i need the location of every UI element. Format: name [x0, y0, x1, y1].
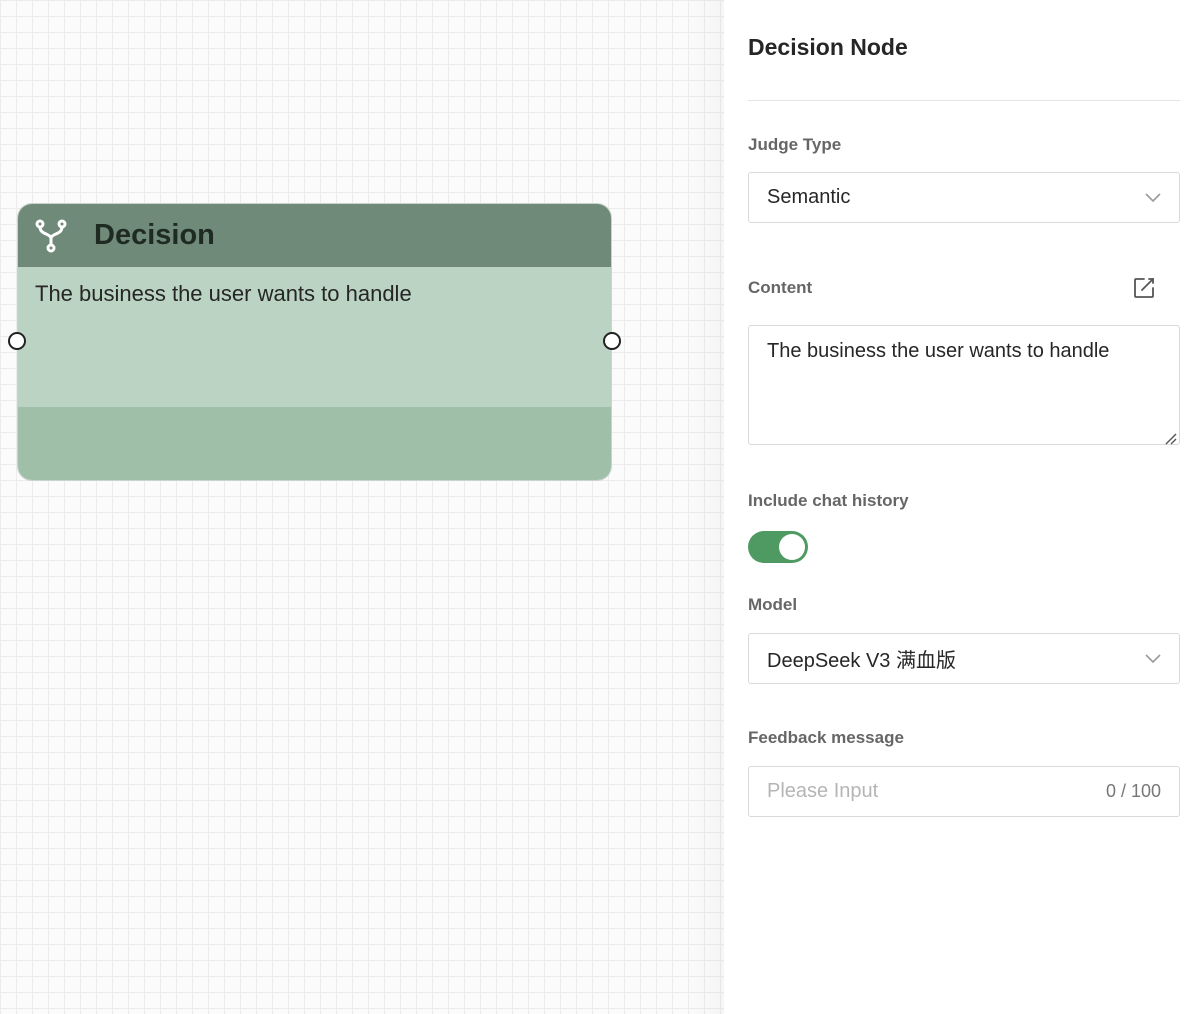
output-handle[interactable] [603, 332, 621, 350]
judge-type-value: Semantic [767, 186, 851, 208]
node-content: The business the user wants to handle [18, 267, 611, 407]
node-footer [18, 407, 611, 480]
content-label-row: Content [748, 275, 1180, 301]
properties-panel: Decision Node Judge Type Semantic Conten… [724, 0, 1202, 1014]
judge-type-select[interactable]: Semantic [748, 172, 1180, 223]
fork-icon [34, 219, 68, 253]
node-header: Decision [18, 204, 611, 267]
chat-history-label: Include chat history [748, 491, 909, 510]
chevron-down-icon [1145, 190, 1161, 206]
judge-type-label: Judge Type [748, 135, 842, 154]
feedback-field[interactable]: 0 / 100 [748, 766, 1180, 817]
feedback-input[interactable] [767, 780, 1067, 803]
content-text: The business the user wants to handle [767, 340, 1110, 362]
char-counter: 0 / 100 [1105, 781, 1161, 801]
feedback-label: Feedback message [748, 728, 904, 747]
app: Decision The business the user wants to … [0, 0, 1202, 1014]
panel-title: Decision Node [748, 0, 1180, 101]
model-value: DeepSeek V3 满血版 [767, 650, 956, 672]
content-textarea[interactable]: The business the user wants to handle [748, 325, 1180, 445]
resize-grip-icon[interactable] [1163, 428, 1177, 445]
model-select[interactable]: DeepSeek V3 满血版 [748, 633, 1180, 684]
input-handle[interactable] [8, 332, 26, 350]
decision-node[interactable]: Decision The business the user wants to … [8, 204, 621, 480]
chevron-down-icon [1145, 651, 1161, 667]
model-label: Model [748, 595, 798, 614]
flow-canvas[interactable]: Decision The business the user wants to … [0, 0, 724, 1014]
content-label: Content [748, 278, 813, 297]
decision-node-card: Decision The business the user wants to … [18, 204, 611, 480]
edit-icon[interactable] [1132, 275, 1158, 301]
chat-history-toggle[interactable] [748, 531, 808, 563]
toggle-knob [779, 534, 805, 560]
node-title: Decision [94, 219, 215, 251]
